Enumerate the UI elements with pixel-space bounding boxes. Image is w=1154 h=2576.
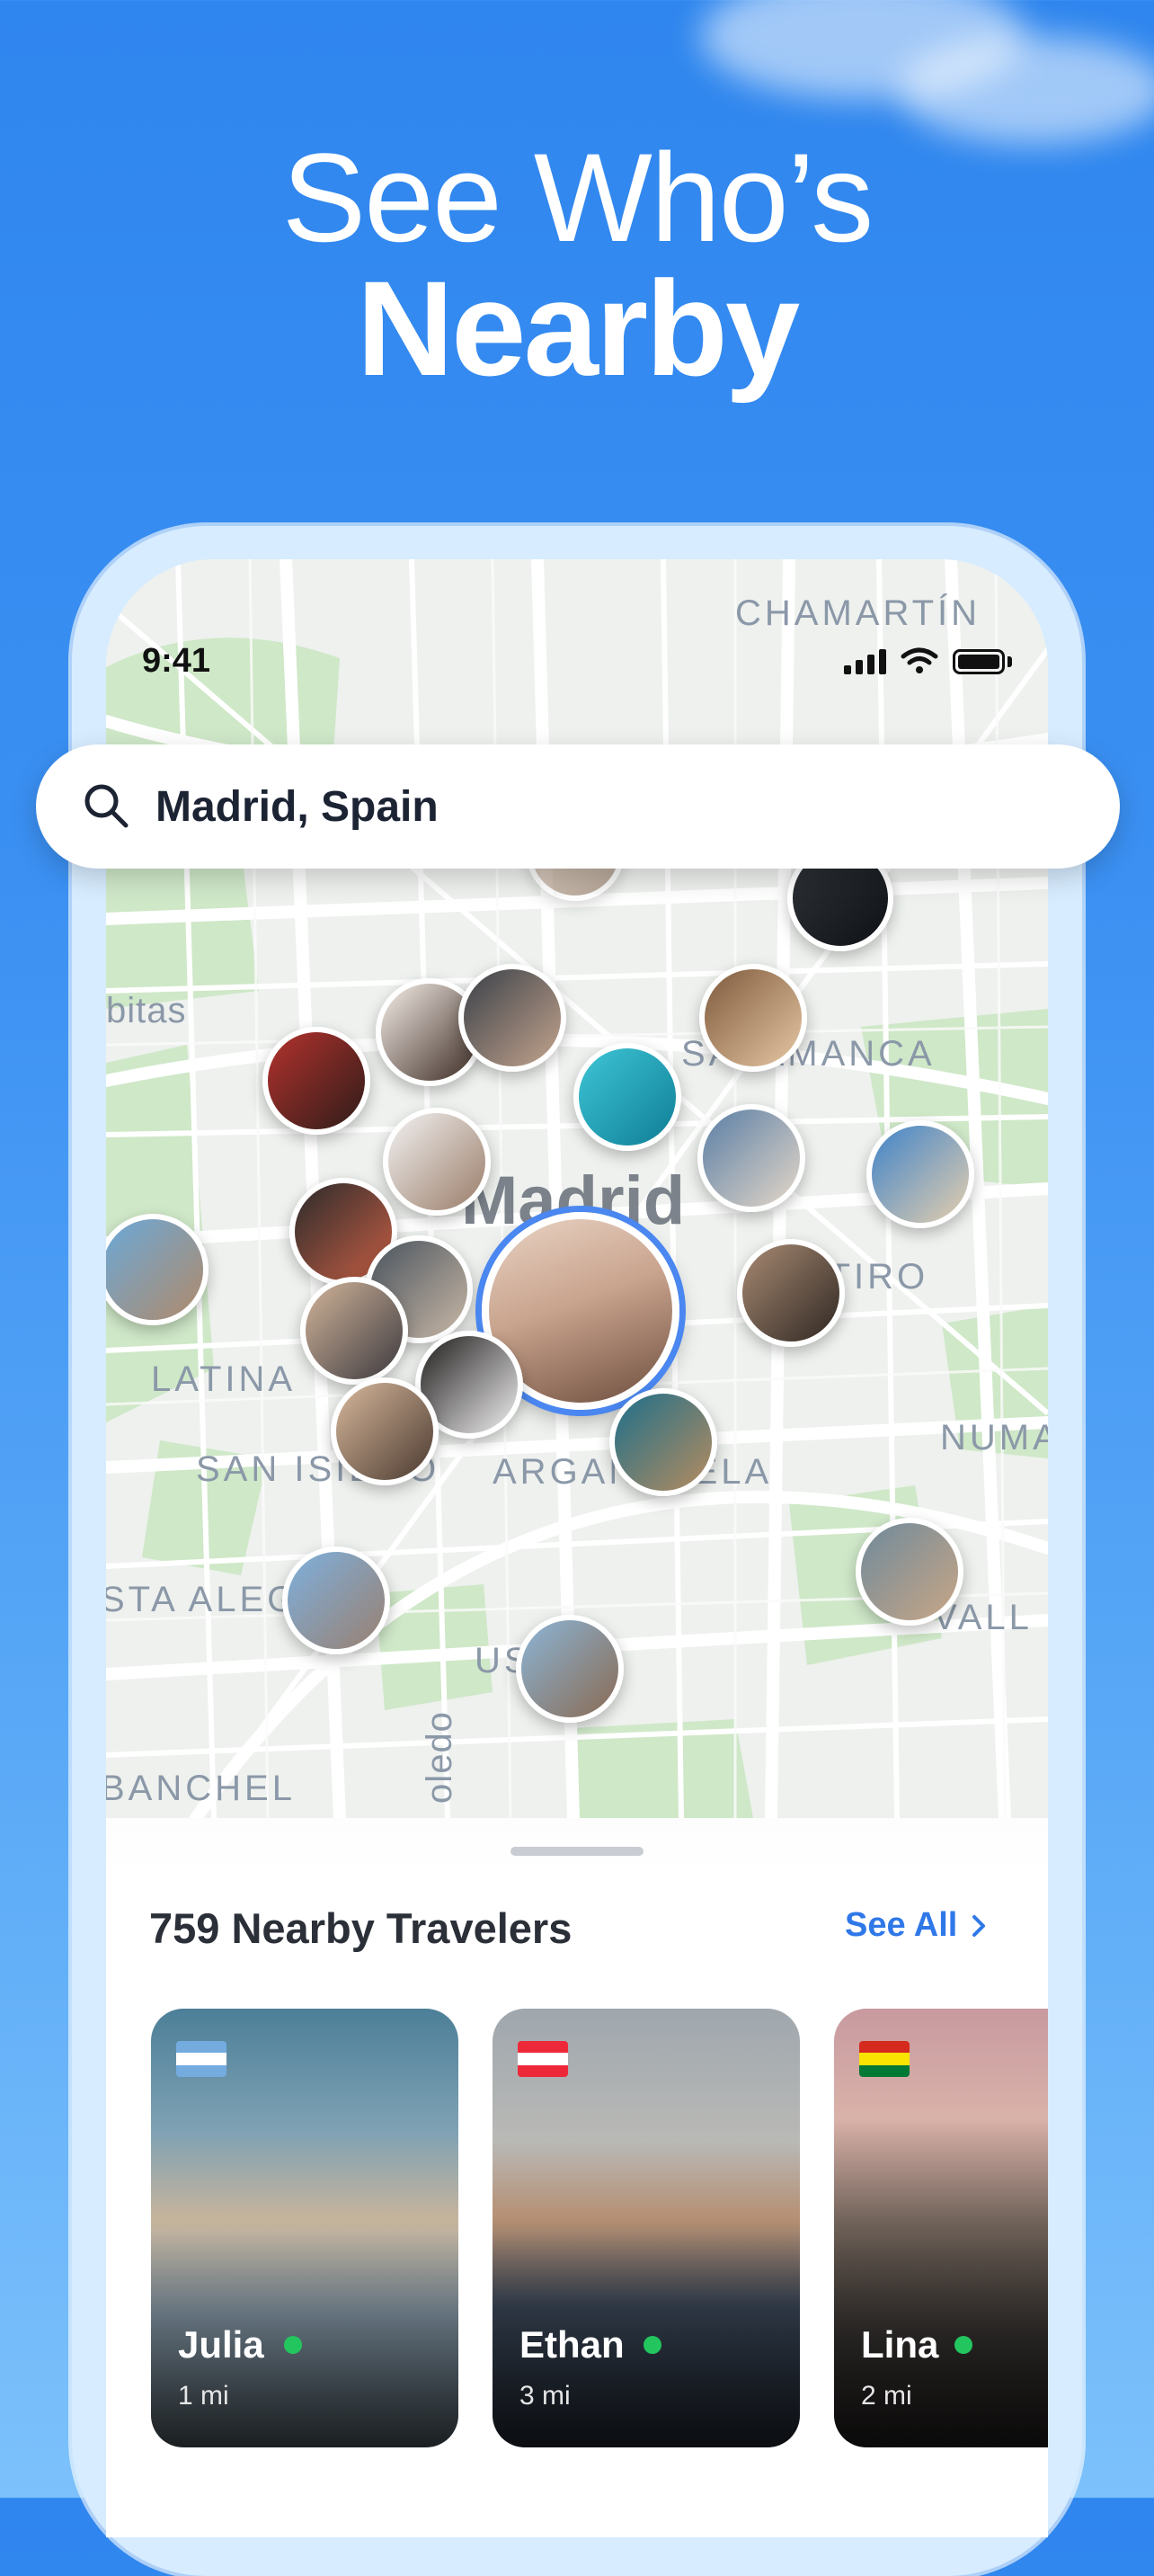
online-indicator (954, 2336, 972, 2354)
traveler-name: Julia (178, 2323, 264, 2366)
battery-icon (953, 649, 1005, 674)
signal-icon (844, 649, 886, 674)
traveler-avatar[interactable] (737, 1239, 845, 1347)
see-all-label: See All (845, 1906, 958, 1944)
traveler-card[interactable]: Lina 2 mi (834, 2009, 1048, 2447)
traveler-avatar[interactable] (573, 1043, 681, 1151)
district-label: NUMA (940, 1418, 1048, 1457)
district-label: oledo (419, 1711, 459, 1804)
traveler-name: Ethan (519, 2323, 625, 2366)
headline-line-2: Nearby (356, 253, 801, 404)
search-input[interactable]: Madrid, Spain (155, 782, 439, 832)
traveler-avatar[interactable] (300, 1277, 408, 1385)
traveler-avatar[interactable] (699, 964, 807, 1072)
battery-cap (1008, 656, 1012, 667)
traveler-avatar[interactable] (282, 1546, 390, 1654)
traveler-card[interactable]: Julia 1 mi (151, 2009, 458, 2447)
nearby-sheet: 759 Nearby Travelers See All Julia 1 mi … (106, 1818, 1048, 2537)
cloud-decoration (899, 36, 1154, 144)
traveler-avatar[interactable] (331, 1377, 439, 1485)
online-indicator (284, 2336, 302, 2354)
traveler-avatar[interactable] (697, 1104, 805, 1212)
traveler-avatar[interactable] (866, 1120, 974, 1228)
traveler-distance: 3 mi (519, 2381, 571, 2411)
district-label: bitas (106, 991, 187, 1030)
traveler-avatar[interactable] (383, 1108, 491, 1216)
district-label: BANCHEL (106, 1769, 296, 1808)
traveler-card[interactable]: Ethan 3 mi (493, 2009, 800, 2447)
sheet-handle[interactable] (510, 1847, 644, 1856)
traveler-avatar[interactable] (262, 1027, 370, 1135)
search-bar[interactable]: Madrid, Spain (36, 744, 1120, 869)
chevron-right-icon (972, 1914, 986, 1937)
argentina-flag-icon (176, 2041, 226, 2077)
traveler-distance: 1 mi (178, 2381, 229, 2411)
traveler-avatar[interactable] (609, 1388, 717, 1496)
traveler-distance: 2 mi (861, 2381, 912, 2411)
bolivia-flag-icon (859, 2041, 910, 2077)
status-icons (844, 647, 1012, 674)
search-icon (84, 784, 129, 828)
district-label: LATINA (151, 1359, 297, 1399)
traveler-avatar[interactable] (516, 1615, 624, 1723)
see-all-link[interactable]: See All (845, 1906, 988, 1945)
online-indicator (644, 2336, 661, 2354)
status-time: 9:41 (142, 642, 211, 680)
nearby-count-title: 759 Nearby Travelers (149, 1904, 573, 1952)
headline-line-1: See Who’s (281, 127, 874, 268)
district-label: CHAMARTÍN (735, 593, 981, 633)
traveler-avatar[interactable] (856, 1518, 963, 1626)
traveler-name: Lina (861, 2323, 939, 2366)
traveler-avatar[interactable] (458, 964, 566, 1072)
austria-flag-icon (518, 2041, 568, 2077)
wifi-icon (901, 647, 938, 673)
